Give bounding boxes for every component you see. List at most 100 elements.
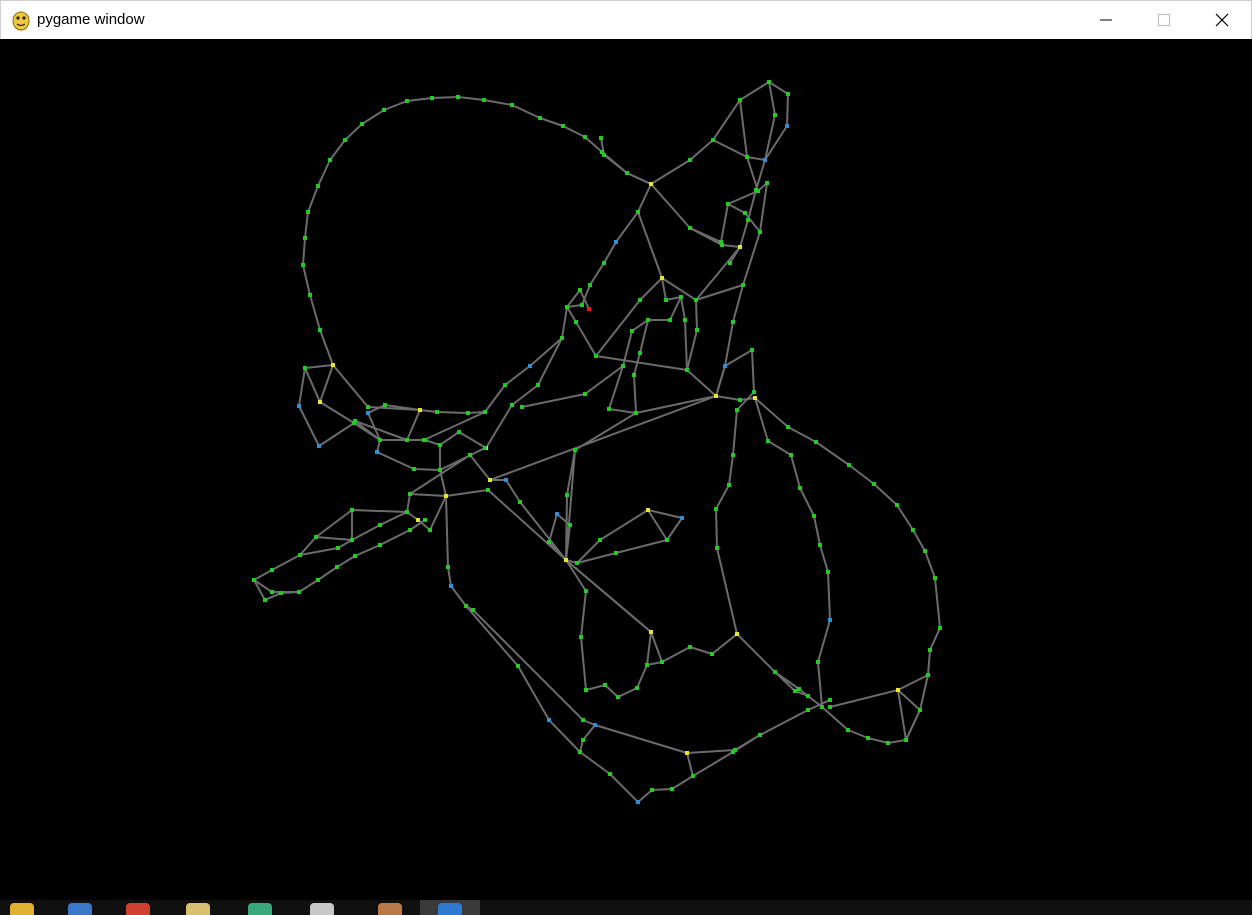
mesh-vertex (896, 688, 900, 692)
mesh-vertex (847, 463, 851, 467)
mesh-vertex (664, 298, 668, 302)
pygame-snake-icon (11, 9, 31, 31)
mesh-vertex (483, 446, 487, 450)
mesh-vertex (350, 508, 354, 512)
mesh-vertex (773, 670, 777, 674)
mesh-vertex (471, 608, 475, 612)
mesh-vertex (735, 632, 739, 636)
mesh-vertex (665, 538, 669, 542)
mesh-vertex (555, 512, 559, 516)
mesh-vertex (743, 211, 747, 215)
mesh-vertex (510, 403, 514, 407)
mesh-edge (646, 631, 652, 666)
mesh-edge (576, 509, 649, 564)
mesh-vertex (579, 635, 583, 639)
mesh-vertex (816, 660, 820, 664)
files-icon[interactable] (186, 903, 210, 915)
mesh-edge (264, 592, 282, 601)
mesh-vertex (607, 407, 611, 411)
mesh-vertex (298, 553, 302, 557)
mesh-edge (565, 509, 683, 564)
mesh-vertex (723, 364, 727, 368)
mesh-vertex (818, 543, 822, 547)
close-button[interactable] (1193, 1, 1251, 39)
app-icon[interactable] (248, 903, 272, 915)
mesh-vertex (715, 546, 719, 550)
mesh-edge (565, 559, 738, 663)
mesh-vertex (688, 226, 692, 230)
mesh-vertex (793, 689, 797, 693)
mesh-vertex (668, 318, 672, 322)
folder-icon[interactable] (10, 903, 34, 915)
chrome-icon[interactable] (126, 903, 150, 915)
mesh-vertex (828, 698, 832, 702)
mesh-vertex (438, 443, 442, 447)
mesh-edge (686, 752, 694, 777)
mesh-edge (727, 203, 761, 233)
mesh-vertex (528, 364, 532, 368)
mesh-vertex (584, 589, 588, 593)
mesh-vertex (806, 694, 810, 698)
close-icon (1215, 13, 1229, 27)
minimize-button[interactable] (1077, 1, 1135, 39)
render-canvas[interactable] (1, 39, 1251, 900)
mesh-vertex (683, 318, 687, 322)
tool-icon[interactable] (378, 903, 402, 915)
window-icon[interactable] (310, 903, 334, 915)
mesh-vertex (602, 153, 606, 157)
mesh-vertex (685, 751, 689, 755)
mesh-vertex (694, 298, 698, 302)
mesh-vertex (560, 336, 564, 340)
mesh-vertex (510, 103, 514, 107)
pygame-window: pygame window (0, 0, 1252, 900)
browser-icon[interactable] (68, 903, 92, 915)
mesh-vertex (270, 590, 274, 594)
mesh-edge (302, 96, 652, 366)
mesh-vertex (375, 450, 379, 454)
mesh-vertex (378, 523, 382, 527)
mesh-vertex (767, 80, 771, 84)
mesh-vertex (714, 394, 718, 398)
mesh-vertex (614, 240, 618, 244)
window-title: pygame window (37, 11, 145, 28)
mesh-vertex (486, 488, 490, 492)
title-bar[interactable]: pygame window (0, 0, 1252, 39)
mesh-vertex (646, 318, 650, 322)
mesh-vertex (316, 184, 320, 188)
mesh-edge (581, 183, 652, 306)
mesh-vertex (866, 736, 870, 740)
mesh-vertex (263, 598, 267, 602)
minimize-icon (1100, 19, 1112, 21)
mesh-vertex (366, 411, 370, 415)
mesh-vertex (797, 687, 801, 691)
mesh-vertex (456, 95, 460, 99)
mesh-vertex (438, 468, 442, 472)
mesh-vertex (430, 96, 434, 100)
mesh-edge (406, 445, 447, 531)
mesh-vertex (685, 368, 689, 372)
mesh-vertex (565, 305, 569, 309)
mesh-vertex (565, 493, 569, 497)
maximize-button[interactable] (1135, 1, 1193, 39)
mesh-vertex (603, 683, 607, 687)
mesh-vertex (911, 528, 915, 532)
mesh-edge (600, 137, 652, 185)
mesh-vertex (938, 626, 942, 630)
mesh-vertex (317, 444, 321, 448)
mesh-vertex (733, 748, 737, 752)
mesh-edge (715, 349, 755, 411)
mesh-vertex (318, 400, 322, 404)
mesh-vertex (726, 202, 730, 206)
mesh-vertex (580, 303, 584, 307)
mesh-edge (445, 495, 467, 607)
mesh-vertex (904, 738, 908, 742)
mesh-vertex (578, 750, 582, 754)
mesh-vertex (599, 136, 603, 140)
mesh-edge (595, 355, 717, 397)
pygame-task-icon[interactable] (438, 903, 462, 915)
mesh-edge (465, 605, 831, 803)
mesh-vertex (638, 298, 642, 302)
mesh-vertex (446, 565, 450, 569)
mesh-edge (565, 395, 717, 561)
mesh-vertex (303, 366, 307, 370)
